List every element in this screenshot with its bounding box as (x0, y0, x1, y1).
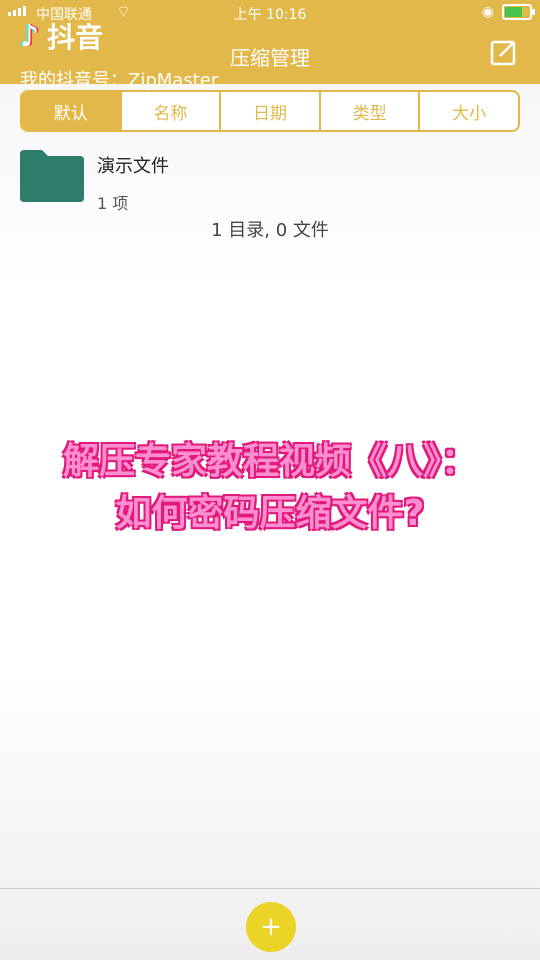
battery-icon (502, 4, 535, 20)
caption-line-2: 如何密码压缩文件? (115, 493, 425, 534)
folder-icon (20, 150, 84, 202)
list-item[interactable]: 演示文件 1 项 (20, 150, 520, 213)
video-caption-overlay: 解压专家教程视频《八》： 如何密码压缩文件? (0, 436, 540, 540)
add-button[interactable]: + (246, 902, 296, 952)
file-item-count: 1 项 (97, 194, 129, 213)
app-header: 中国联通 ⌔ 上午 10:16 ◉ ♪ 抖音 压缩管理 我的抖音号：ZipMas… (0, 0, 540, 91)
caption-line-1: 解压专家教程视频《八》： (62, 441, 477, 482)
footer-divider (0, 888, 540, 889)
account-id: 我的抖音号：ZipMaster (20, 70, 219, 91)
sort-tab-name[interactable]: 名称 (119, 92, 220, 130)
orientation-lock-icon: ◉ (481, 4, 494, 20)
sort-tab-type[interactable]: 类型 (318, 92, 419, 130)
edit-icon[interactable] (490, 38, 518, 66)
file-name: 演示文件 (97, 156, 169, 177)
directory-summary: 1 目录, 0 文件 (211, 220, 329, 241)
sort-tab-default[interactable]: 默认 (22, 92, 120, 130)
sort-tab-date[interactable]: 日期 (219, 92, 319, 130)
status-right: ◉ (481, 4, 535, 20)
sort-tab-size[interactable]: 大小 (418, 92, 518, 130)
sort-segmented-control: 默认 名称 日期 类型 大小 (20, 90, 520, 132)
